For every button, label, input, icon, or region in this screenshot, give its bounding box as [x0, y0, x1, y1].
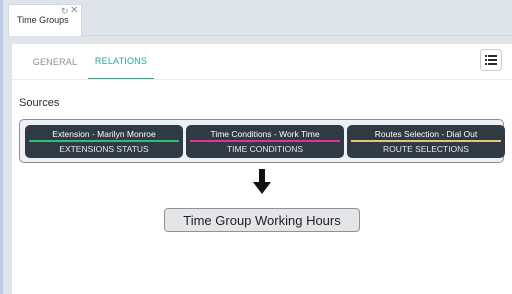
- card-title: Extension - Marilyn Monroe: [52, 129, 156, 139]
- card-title: Routes Selection - Dial Out: [374, 129, 478, 139]
- card-subtitle: EXTENSIONS STATUS: [59, 144, 149, 154]
- card-accent-line: [351, 140, 501, 142]
- target-time-group[interactable]: Time Group Working Hours: [164, 208, 360, 232]
- tab-relations[interactable]: RELATIONS: [88, 44, 154, 79]
- refresh-icon[interactable]: ↻: [61, 6, 69, 17]
- left-stripe: [0, 0, 3, 294]
- card-title: Time Conditions - Work Time: [210, 129, 320, 139]
- card-accent-line: [29, 140, 179, 142]
- tab-general[interactable]: GENERAL: [26, 44, 84, 79]
- source-card-time-conditions[interactable]: Time Conditions - Work Time TIME CONDITI…: [186, 125, 344, 158]
- source-card-route-selections[interactable]: Routes Selection - Dial Out ROUTE SELECT…: [347, 125, 505, 158]
- sources-heading: Sources: [19, 97, 60, 109]
- tab-bar-divider: [82, 35, 512, 36]
- card-subtitle: TIME CONDITIONS: [226, 144, 304, 154]
- tab-time-groups[interactable]: Time Groups ↻ ✕: [8, 4, 82, 36]
- sources-container: Extension - Marilyn Monroe EXTENSIONS ST…: [19, 119, 505, 163]
- source-card-extension[interactable]: Extension - Marilyn Monroe EXTENSIONS ST…: [25, 125, 183, 158]
- list-view-button[interactable]: [480, 49, 502, 71]
- arrow-down-icon: [253, 169, 271, 194]
- card-accent-line: [190, 140, 340, 142]
- list-icon: [485, 55, 497, 65]
- card-subtitle: ROUTE SELECTIONS: [383, 144, 469, 154]
- nav-divider: [12, 79, 512, 80]
- close-icon[interactable]: ✕: [70, 5, 78, 16]
- content-panel: GENERAL RELATIONS Sources Extension - Ma…: [11, 43, 512, 294]
